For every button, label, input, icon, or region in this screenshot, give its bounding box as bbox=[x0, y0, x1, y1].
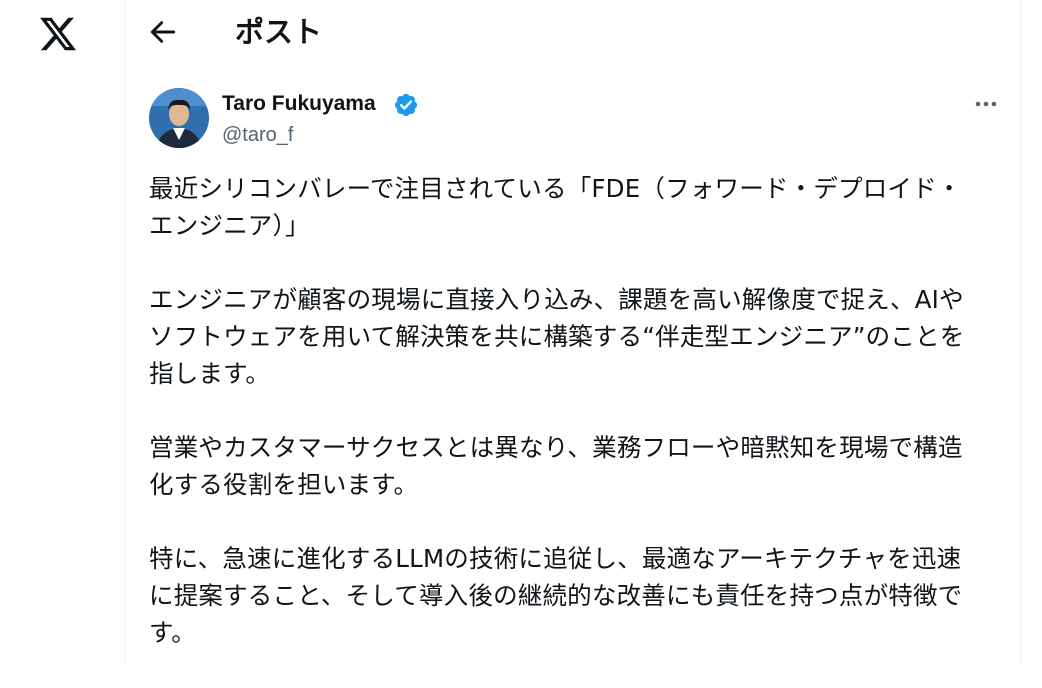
more-options-icon[interactable] bbox=[971, 92, 1001, 116]
post-text: 最近シリコンバレーで注目されている「FDE（フォワード・デプロイド・ エンジニア… bbox=[149, 170, 999, 688]
author-handle[interactable]: @taro_f bbox=[222, 121, 293, 149]
x-logo-icon[interactable] bbox=[38, 14, 78, 54]
left-rail bbox=[0, 0, 124, 664]
post-paragraph: 営業やカスタマーサクセスとは異なり、業務フローや暗黙知を現場で構造 化する役割を… bbox=[149, 433, 963, 499]
post-paragraph: 特に、急速に進化するLLMの技術に追従し、最適なアーキテクチャを迅速 に提案する… bbox=[149, 544, 963, 647]
author-display-name[interactable]: Taro Fukuyama bbox=[222, 90, 376, 118]
back-arrow-icon bbox=[150, 21, 176, 43]
page-title: ポスト bbox=[235, 15, 323, 49]
post-paragraph: エンジニアが顧客の現場に直接入り込み、課題を高い解像度で捉え、AIや ソフトウェ… bbox=[149, 285, 965, 388]
back-button[interactable] bbox=[147, 16, 183, 48]
main-column: ポスト Taro Fukuyama @taro_f 最近シリコンバレーで注目され… bbox=[124, 0, 1022, 664]
verified-badge-icon bbox=[393, 92, 419, 118]
page-header: ポスト bbox=[125, 0, 1021, 64]
post-paragraph: 最近シリコンバレーで注目されている「FDE（フォワード・デプロイド・ エンジニア… bbox=[149, 174, 962, 240]
avatar[interactable] bbox=[149, 88, 209, 148]
